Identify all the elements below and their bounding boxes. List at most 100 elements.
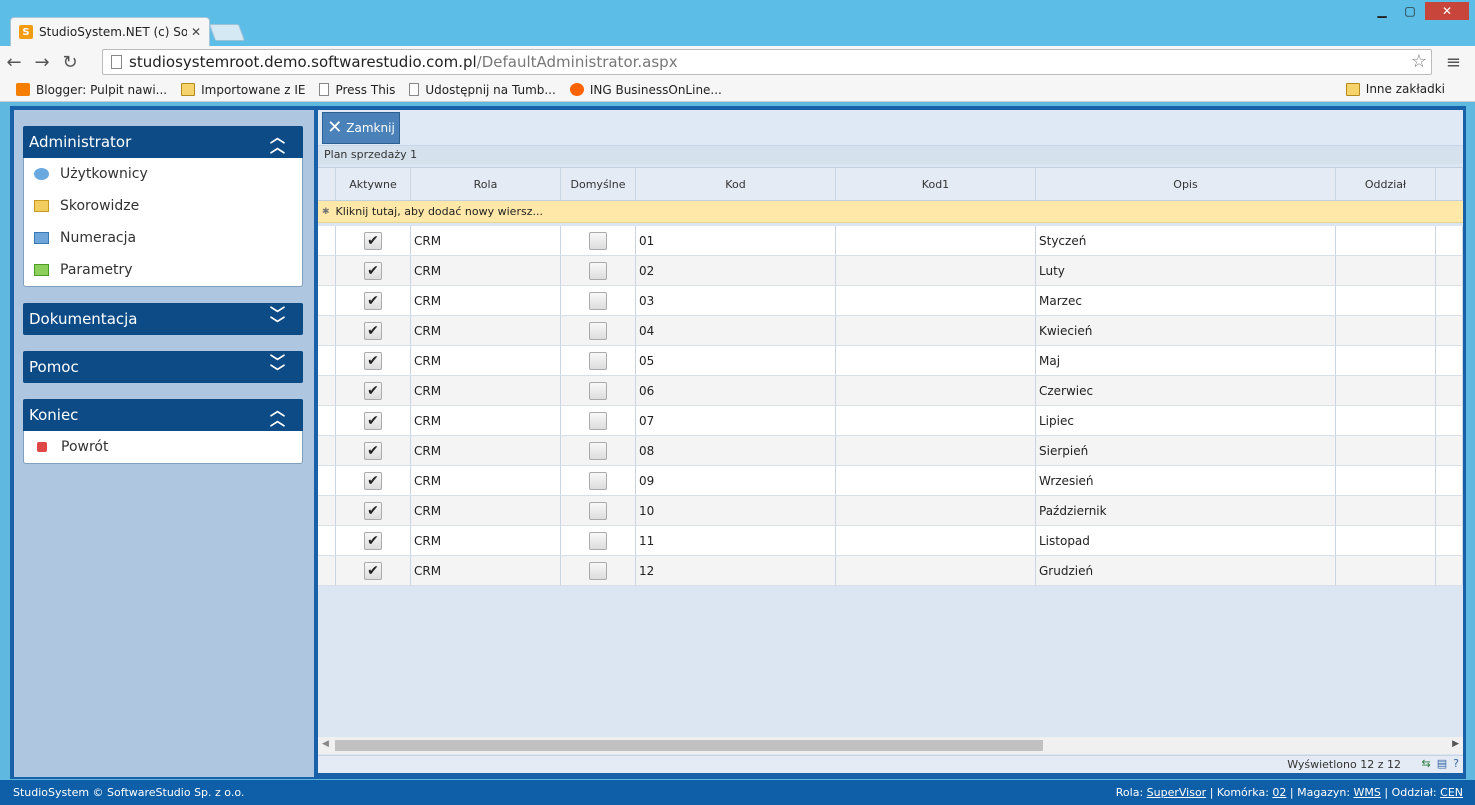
panel-header[interactable]: Pomoc ﹀ ﹀ bbox=[23, 351, 303, 383]
tab-close-icon[interactable]: ✕ bbox=[191, 25, 201, 39]
table-row[interactable]: ✔ CRM 03 Marzec bbox=[318, 286, 1463, 316]
checkbox[interactable]: ✔ bbox=[364, 261, 382, 280]
table-row[interactable]: ✔ CRM 07 Lipiec bbox=[318, 406, 1463, 436]
other-bookmarks[interactable]: Inne zakładki bbox=[1345, 82, 1445, 96]
bookmark-item[interactable]: Press This bbox=[319, 83, 395, 97]
column-header[interactable]: Kod1 bbox=[836, 168, 1036, 200]
checkbox[interactable] bbox=[589, 561, 607, 580]
scrollbar-thumb[interactable] bbox=[335, 740, 1043, 751]
kod-cell[interactable]: 04 bbox=[636, 316, 836, 345]
bookmark-item[interactable]: ING BusinessOnLine... bbox=[569, 83, 722, 97]
checkbox[interactable]: ✔ bbox=[364, 321, 382, 340]
checkbox[interactable]: ✔ bbox=[364, 531, 382, 550]
kod1-cell[interactable] bbox=[836, 406, 1036, 435]
rola-cell[interactable]: CRM bbox=[411, 316, 561, 345]
magazyn-link[interactable]: WMS bbox=[1354, 786, 1381, 799]
checkbox[interactable]: ✔ bbox=[364, 441, 382, 460]
chevron-up-icon[interactable]: ︿ ︿ bbox=[270, 130, 285, 155]
column-header[interactable]: Kod bbox=[636, 168, 836, 200]
opis-cell[interactable]: Styczeń bbox=[1036, 226, 1336, 255]
oddzial-cell[interactable] bbox=[1336, 316, 1436, 345]
chevron-down-icon[interactable]: ﹀ ﹀ bbox=[270, 355, 285, 380]
checkbox[interactable] bbox=[589, 231, 607, 250]
bookmark-item[interactable]: Blogger: Pulpit nawi... bbox=[16, 83, 167, 97]
rola-cell[interactable]: CRM bbox=[411, 256, 561, 285]
chevron-down-icon[interactable]: ﹀ ﹀ bbox=[270, 307, 285, 332]
column-header[interactable]: Rola bbox=[411, 168, 561, 200]
kod-cell[interactable]: 01 bbox=[636, 226, 836, 255]
opis-cell[interactable]: Październik bbox=[1036, 496, 1336, 525]
oddzial-cell[interactable] bbox=[1336, 466, 1436, 495]
table-row[interactable]: ✔ CRM 10 Październik bbox=[318, 496, 1463, 526]
table-row[interactable]: ✔ CRM 01 Styczeń bbox=[318, 226, 1463, 256]
kod1-cell[interactable] bbox=[836, 466, 1036, 495]
sidebar-item-numeracja[interactable]: Numeracja bbox=[24, 222, 302, 254]
checkbox[interactable]: ✔ bbox=[364, 231, 382, 250]
sidebar-item-uzytkownicy[interactable]: Użytkownicy bbox=[24, 158, 302, 190]
rola-cell[interactable]: CRM bbox=[411, 556, 561, 585]
kod-cell[interactable]: 03 bbox=[636, 286, 836, 315]
oddzial-cell[interactable] bbox=[1336, 436, 1436, 465]
checkbox[interactable] bbox=[589, 291, 607, 310]
opis-cell[interactable]: Wrzesień bbox=[1036, 466, 1336, 495]
kod-cell[interactable]: 08 bbox=[636, 436, 836, 465]
chevron-up-icon[interactable]: ︿ ︿ bbox=[270, 403, 285, 428]
reload-icon[interactable]: ↻ bbox=[56, 52, 84, 73]
bookmark-item[interactable]: Importowane z IE bbox=[181, 83, 305, 97]
checkbox[interactable]: ✔ bbox=[364, 501, 382, 520]
close-button[interactable]: ✕ Zamknij bbox=[322, 111, 400, 144]
checkbox[interactable] bbox=[589, 351, 607, 370]
oddzial-cell[interactable] bbox=[1336, 526, 1436, 555]
bookmark-star-icon[interactable]: ☆ bbox=[1411, 51, 1427, 72]
column-header[interactable]: Oddział bbox=[1336, 168, 1436, 200]
kod-cell[interactable]: 10 bbox=[636, 496, 836, 525]
add-new-row[interactable]: ✱ Kliknij tutaj, aby dodać nowy wiersz..… bbox=[318, 201, 1463, 223]
oddzial-cell[interactable] bbox=[1336, 226, 1436, 255]
browser-menu-icon[interactable]: ≡ bbox=[1446, 52, 1461, 73]
rola-cell[interactable]: CRM bbox=[411, 346, 561, 375]
sidebar-item-parametry[interactable]: Parametry bbox=[24, 254, 302, 286]
checkbox[interactable] bbox=[589, 471, 607, 490]
opis-cell[interactable]: Czerwiec bbox=[1036, 376, 1336, 405]
checkbox[interactable] bbox=[589, 501, 607, 520]
oddzial-cell[interactable] bbox=[1336, 256, 1436, 285]
rola-link[interactable]: SuperVisor bbox=[1147, 786, 1207, 799]
checkbox[interactable] bbox=[589, 261, 607, 280]
kod-cell[interactable]: 09 bbox=[636, 466, 836, 495]
rola-cell[interactable]: CRM bbox=[411, 436, 561, 465]
oddzial-cell[interactable] bbox=[1336, 286, 1436, 315]
table-row[interactable]: ✔ CRM 05 Maj bbox=[318, 346, 1463, 376]
kod1-cell[interactable] bbox=[836, 496, 1036, 525]
minimize-icon[interactable]: ▁ bbox=[1369, 2, 1395, 20]
panel-header[interactable]: Administrator ︿ ︿ bbox=[23, 126, 303, 158]
kod-cell[interactable]: 11 bbox=[636, 526, 836, 555]
table-row[interactable]: ✔ CRM 02 Luty bbox=[318, 256, 1463, 286]
kod-cell[interactable]: 05 bbox=[636, 346, 836, 375]
window-close-icon[interactable]: ✕ bbox=[1425, 2, 1469, 20]
oddzial-cell[interactable] bbox=[1336, 406, 1436, 435]
checkbox[interactable] bbox=[589, 411, 607, 430]
scroll-right-icon[interactable]: ▶ bbox=[1452, 739, 1459, 749]
browser-tab[interactable]: S StudioSystem.NET (c) Soft ✕ bbox=[10, 17, 210, 46]
horizontal-scrollbar[interactable]: ◀ ▶ bbox=[318, 737, 1463, 754]
checkbox[interactable]: ✔ bbox=[364, 381, 382, 400]
back-arrow-icon[interactable]: ← bbox=[0, 52, 28, 73]
bookmark-item[interactable]: Udostępnij na Tumb... bbox=[409, 83, 556, 97]
forward-arrow-icon[interactable]: → bbox=[28, 52, 56, 73]
oddzial-link[interactable]: CEN bbox=[1440, 786, 1463, 799]
table-row[interactable]: ✔ CRM 12 Grudzień bbox=[318, 556, 1463, 586]
refresh-icon[interactable]: ⇆ bbox=[1422, 757, 1431, 770]
opis-cell[interactable]: Lipiec bbox=[1036, 406, 1336, 435]
panel-header[interactable]: Dokumentacja ﹀ ﹀ bbox=[23, 303, 303, 335]
column-header[interactable]: Opis bbox=[1036, 168, 1336, 200]
kod1-cell[interactable] bbox=[836, 286, 1036, 315]
kod1-cell[interactable] bbox=[836, 556, 1036, 585]
panel-header[interactable]: Koniec ︿ ︿ bbox=[23, 399, 303, 431]
table-row[interactable]: ✔ CRM 11 Listopad bbox=[318, 526, 1463, 556]
rola-cell[interactable]: CRM bbox=[411, 406, 561, 435]
opis-cell[interactable]: Marzec bbox=[1036, 286, 1336, 315]
rola-cell[interactable]: CRM bbox=[411, 376, 561, 405]
maximize-icon[interactable]: ▢ bbox=[1397, 2, 1423, 20]
kod1-cell[interactable] bbox=[836, 376, 1036, 405]
oddzial-cell[interactable] bbox=[1336, 376, 1436, 405]
